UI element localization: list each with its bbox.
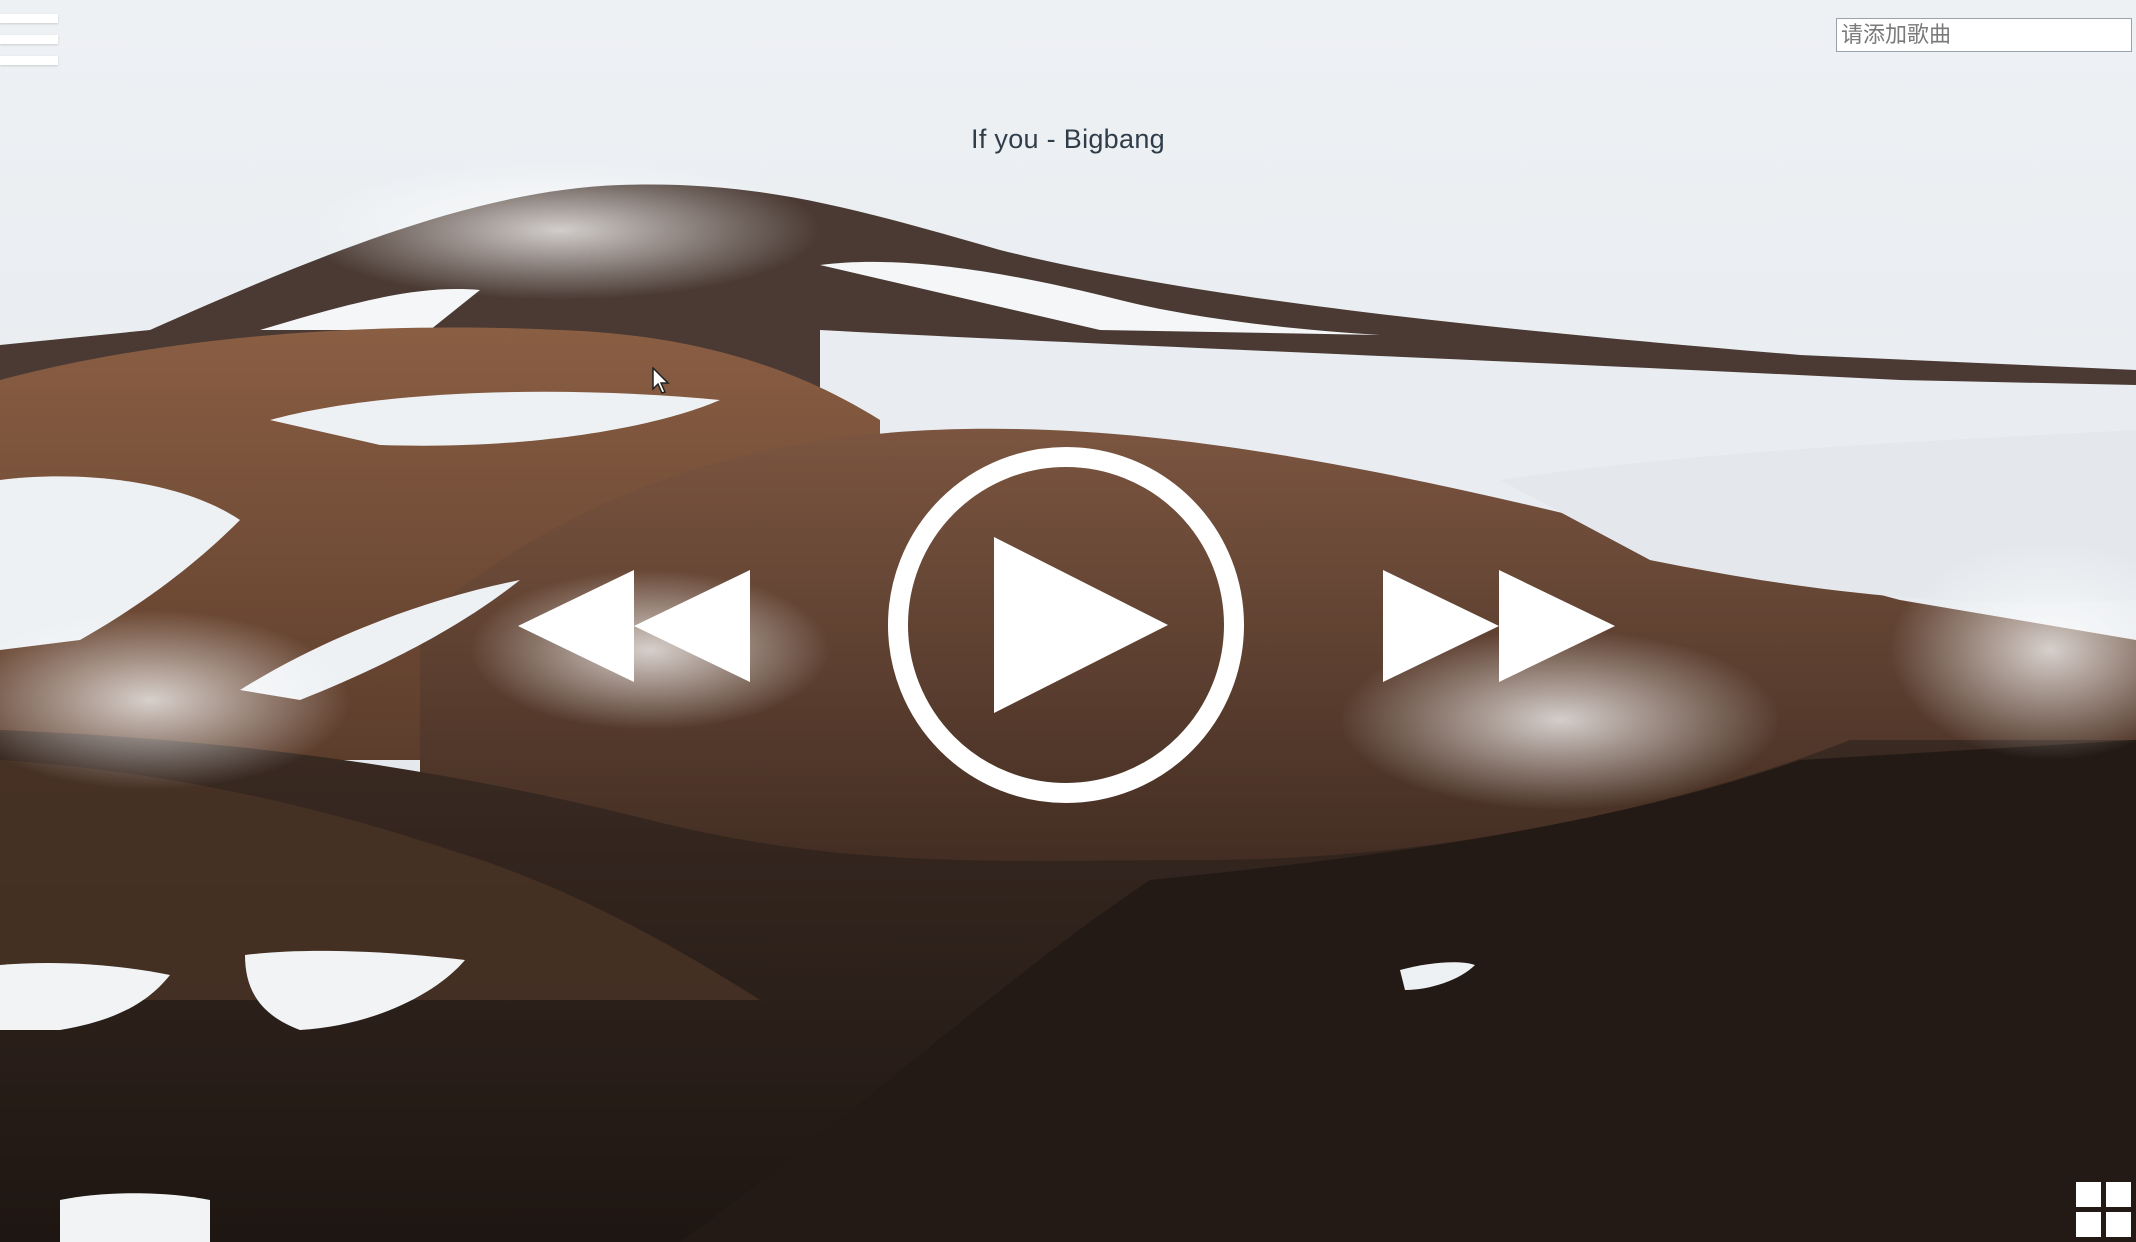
next-track-button[interactable] xyxy=(1383,570,1617,682)
grid-view-icon xyxy=(2076,1212,2101,1237)
grid-view-icon xyxy=(2076,1182,2101,1207)
grid-view-icon xyxy=(2106,1182,2131,1207)
player-screen: If you - Bigbang xyxy=(0,0,2136,1242)
hamburger-menu-icon xyxy=(0,14,58,23)
play-circle-icon xyxy=(888,447,1244,803)
hamburger-menu-icon xyxy=(0,35,58,44)
mouse-cursor-icon xyxy=(652,367,670,394)
grid-view-button[interactable] xyxy=(2076,1182,2132,1238)
now-playing-title: If you - Bigbang xyxy=(971,124,1165,154)
previous-track-button[interactable] xyxy=(518,570,752,682)
menu-button[interactable] xyxy=(0,14,60,66)
play-button[interactable] xyxy=(886,445,1246,805)
hamburger-menu-icon xyxy=(0,56,58,65)
grid-view-icon xyxy=(2106,1212,2131,1237)
fast-forward-icon xyxy=(1383,570,1615,682)
add-song-input[interactable] xyxy=(1836,18,2132,52)
rewind-icon xyxy=(518,570,750,682)
